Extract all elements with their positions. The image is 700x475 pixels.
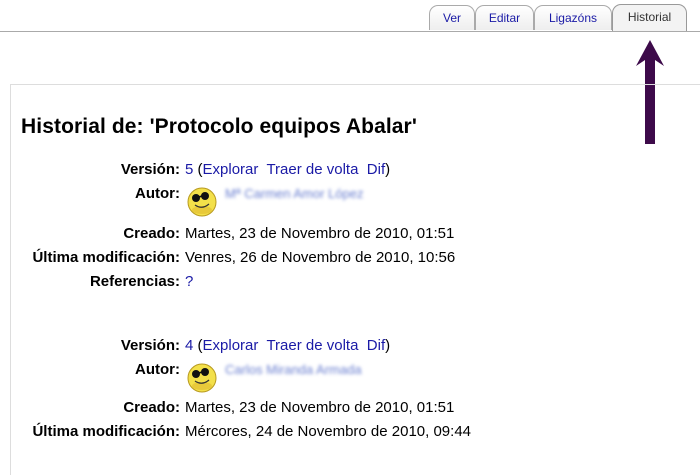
author-name-link[interactable]: Carlos Miranda Armada xyxy=(225,362,362,377)
version-number-link[interactable]: 4 xyxy=(185,337,193,354)
smiley-sunglasses-icon[interactable] xyxy=(186,185,218,217)
version-label: Versión: xyxy=(120,161,180,178)
revert-link[interactable]: Traer de volta xyxy=(266,161,358,178)
explore-link[interactable]: Explorar xyxy=(203,161,259,178)
modified-value: Mércores, 24 de Novembro de 2010, 09:44 xyxy=(185,423,472,440)
version-value: 4 (Explorar Traer de volta Dif) xyxy=(185,337,391,354)
page-title: Historial de: 'Protocolo equipos Abalar' xyxy=(21,115,417,138)
tab-bar: Ver Editar Ligazóns Historial xyxy=(0,0,700,32)
smiley-sunglasses-icon[interactable] xyxy=(186,361,218,393)
explore-link[interactable]: Explorar xyxy=(203,337,259,354)
diff-link[interactable]: Dif xyxy=(367,161,385,178)
created-label: Creado: xyxy=(123,225,180,242)
modified-label: Última modificación: xyxy=(32,249,180,266)
references-label: Referencias: xyxy=(89,273,180,290)
modified-value: Venres, 26 de Novembro de 2010, 10:56 xyxy=(185,249,456,266)
revert-link[interactable]: Traer de volta xyxy=(266,337,358,354)
author-label: Autor: xyxy=(135,361,180,378)
created-value: Martes, 23 de Novembro de 2010, 01:51 xyxy=(185,225,455,242)
version-number-link[interactable]: 5 xyxy=(185,161,193,178)
author-label: Autor: xyxy=(135,185,180,202)
modified-label: Última modificación: xyxy=(32,423,180,440)
author-name-link[interactable]: Mª Carmen Amor López xyxy=(225,186,363,201)
version-label: Versión: xyxy=(120,337,180,354)
created-value: Martes, 23 de Novembro de 2010, 01:51 xyxy=(185,399,455,416)
references-link[interactable]: ? xyxy=(185,273,193,290)
created-label: Creado: xyxy=(123,399,180,416)
diff-link[interactable]: Dif xyxy=(367,337,385,354)
tab-ligazons[interactable]: Ligazóns xyxy=(534,5,612,30)
version-value: 5 (Explorar Traer de volta Dif) xyxy=(185,161,391,178)
references-value: ? xyxy=(185,272,193,292)
tab-editar[interactable]: Editar xyxy=(475,5,534,30)
tab-ver[interactable]: Ver xyxy=(429,5,475,30)
tab-historial[interactable]: Historial xyxy=(612,4,687,31)
